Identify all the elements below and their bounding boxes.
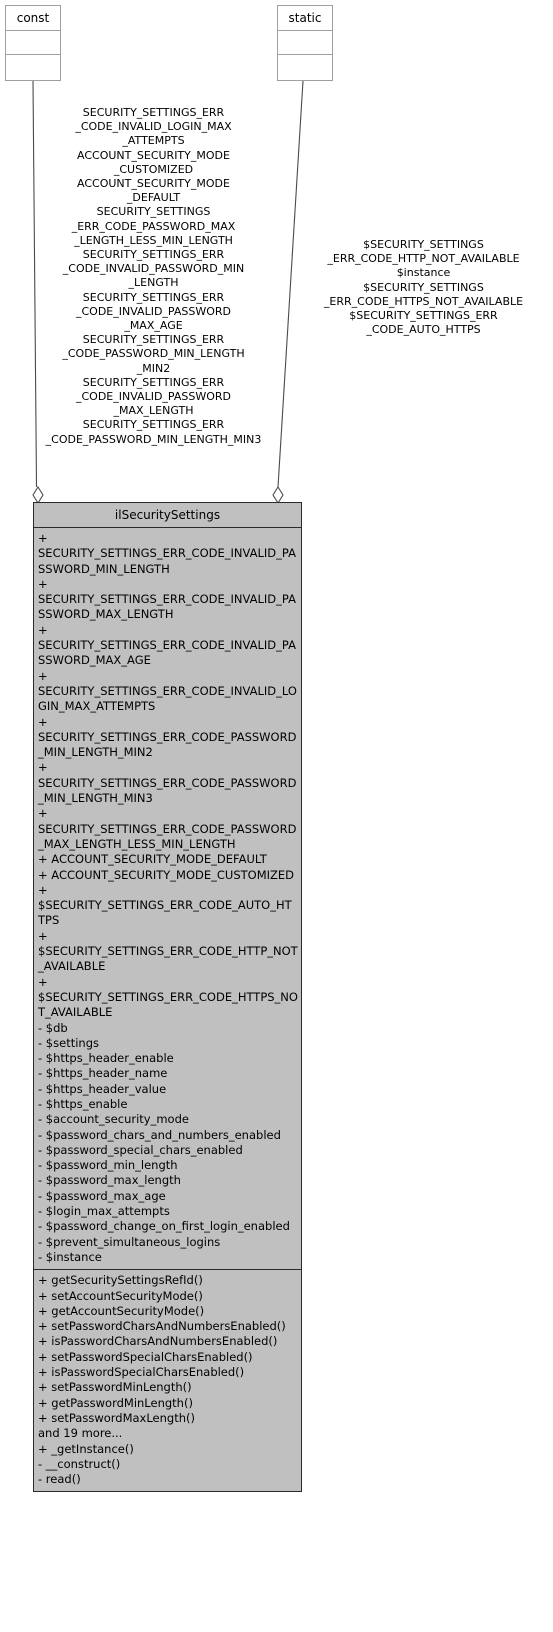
class-attribute-row: + $SECURITY_SETTINGS_ERR_CODE_HTTP_NOT_A…	[38, 928, 298, 974]
class-method-row: + getPasswordMinLength()	[38, 1395, 193, 1410]
class-attribute-row: - $https_enable	[38, 1096, 128, 1111]
class-attribute-row: - $password_max_age	[38, 1188, 166, 1203]
class-method-row: + isPasswordCharsAndNumbersEnabled()	[38, 1334, 278, 1349]
static-stereotype-box[interactable]: static	[277, 5, 333, 81]
class-attribute-row: - $password_change_on_first_login_enable…	[38, 1219, 290, 1234]
uml-collaboration-diagram: const static SECURITY_SETTINGS_ERR _CODE…	[0, 0, 553, 1632]
class-attribute-row: - $prevent_simultaneous_logins	[38, 1234, 221, 1249]
attributes-compartment: + SECURITY_SETTINGS_ERR_CODE_INVALID_PAS…	[34, 528, 301, 1271]
const-box-attributes-compartment	[6, 31, 60, 55]
static-box-attributes-compartment	[278, 31, 332, 55]
const-edge-label: SECURITY_SETTINGS_ERR _CODE_INVALID_LOGI…	[45, 106, 262, 446]
static-edge-label: $SECURITY_SETTINGS _ERR_CODE_HTTP_NOT_AV…	[323, 238, 524, 337]
methods-compartment: + getSecuritySettingsRefId() + setAccount…	[34, 1270, 301, 1491]
class-attribute-row: - $db	[38, 1020, 68, 1035]
class-attribute-row: - $settings	[38, 1035, 99, 1050]
class-method-row: + setPasswordMaxLength()	[38, 1410, 195, 1425]
const-stereotype-box[interactable]: const	[5, 5, 61, 81]
class-method-row: and 19 more...	[38, 1426, 123, 1441]
static-box-methods-compartment	[278, 55, 332, 79]
class-method-row: + setPasswordSpecialCharsEnabled()	[38, 1349, 253, 1364]
class-attribute-row: - $password_chars_and_numbers_enabled	[38, 1127, 281, 1142]
class-attribute-row: + SECURITY_SETTINGS_ERR_CODE_PASSWORD_MI…	[38, 760, 297, 806]
class-attribute-row: - $password_min_length	[38, 1158, 178, 1173]
class-attribute-row: - $https_header_enable	[38, 1051, 174, 1066]
class-attribute-row: - $instance	[38, 1249, 102, 1264]
class-method-row: - __construct()	[38, 1456, 121, 1471]
static-box-title: static	[278, 6, 332, 31]
class-attribute-row: + SECURITY_SETTINGS_ERR_CODE_INVALID_PAS…	[38, 622, 296, 668]
class-attribute-row: + $SECURITY_SETTINGS_ERR_CODE_HTTPS_NOT_…	[38, 974, 298, 1020]
right-aggregation-diamond	[272, 485, 284, 505]
class-attribute-row: + SECURITY_SETTINGS_ERR_CODE_INVALID_PAS…	[38, 576, 296, 622]
class-attribute-row: + SECURITY_SETTINGS_ERR_CODE_PASSWORD_MA…	[38, 806, 297, 851]
class-name: ilSecuritySettings	[34, 503, 301, 528]
class-method-row: + isPasswordSpecialCharsEnabled()	[38, 1365, 245, 1380]
class-attribute-row: + ACCOUNT_SECURITY_MODE_DEFAULT	[38, 852, 267, 867]
class-box-ilsecuritysettings[interactable]: ilSecuritySettings + SECURITY_SETTINGS_E…	[33, 502, 302, 1493]
left-aggregation-diamond	[32, 485, 44, 505]
class-method-row: + _getInstance()	[38, 1441, 134, 1456]
class-attribute-row: - $https_header_value	[38, 1081, 167, 1096]
class-attribute-row: + ACCOUNT_SECURITY_MODE_CUSTOMIZED	[38, 867, 295, 882]
class-method-row: + getSecuritySettingsRefId()	[38, 1273, 203, 1288]
const-box-title: const	[6, 6, 60, 31]
class-attribute-row: + SECURITY_SETTINGS_ERR_CODE_INVALID_LOG…	[38, 668, 297, 714]
const-box-methods-compartment	[6, 55, 60, 79]
class-method-row: + setAccountSecurityMode()	[38, 1288, 203, 1303]
class-attribute-row: - $account_security_mode	[38, 1112, 189, 1127]
class-attribute-row: - $login_max_attempts	[38, 1204, 170, 1219]
class-attribute-row: - $password_max_length	[38, 1173, 181, 1188]
class-method-row: - read()	[38, 1472, 81, 1487]
class-method-row: + setPasswordCharsAndNumbersEnabled()	[38, 1319, 286, 1334]
class-attribute-row: - $password_special_chars_enabled	[38, 1142, 243, 1157]
class-method-row: + getAccountSecurityMode()	[38, 1303, 205, 1318]
class-attribute-row: + SECURITY_SETTINGS_ERR_CODE_PASSWORD_MI…	[38, 714, 297, 760]
class-attribute-row: - $https_header_name	[38, 1066, 168, 1081]
class-attribute-row: + $SECURITY_SETTINGS_ERR_CODE_AUTO_HTTPS	[38, 882, 292, 928]
class-method-row: + setPasswordMinLength()	[38, 1380, 192, 1395]
class-attribute-row: + SECURITY_SETTINGS_ERR_CODE_INVALID_PAS…	[38, 531, 296, 576]
